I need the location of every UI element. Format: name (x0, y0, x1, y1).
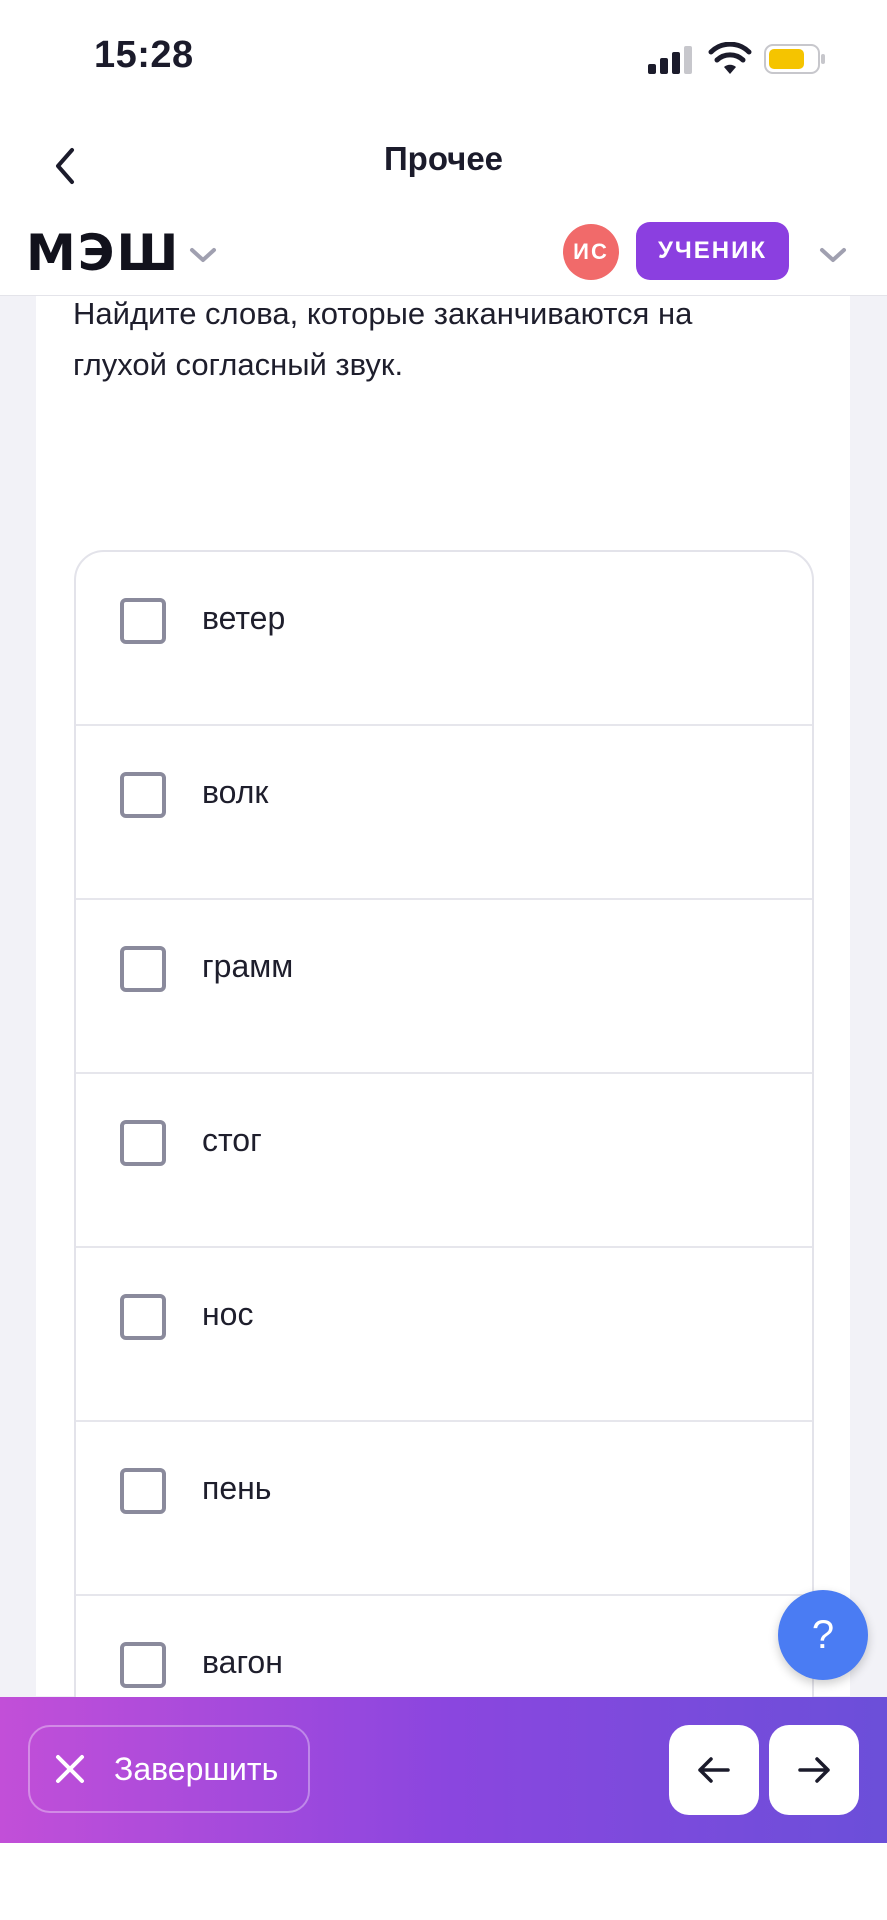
chevron-down-icon[interactable] (816, 238, 850, 272)
answer-option[interactable]: стог (76, 1074, 812, 1248)
role-badge[interactable]: УЧЕНИК (636, 222, 789, 280)
finish-button-label: Завершить (114, 1750, 279, 1787)
app-header: МЭШ ИС УЧЕНИК (0, 216, 887, 296)
home-indicator-area (0, 1843, 887, 1920)
cellular-signal-icon (648, 46, 692, 74)
question-text: Найдите слова, которые заканчиваются на … (73, 296, 693, 382)
arrow-right-icon (798, 1757, 830, 1783)
avatar[interactable]: ИС (563, 224, 619, 280)
bottom-action-bar: Завершить (0, 1697, 887, 1843)
option-label: пень (202, 1470, 272, 1506)
answer-option[interactable]: грамм (76, 900, 812, 1074)
answer-option[interactable]: нос (76, 1248, 812, 1422)
option-label: волк (202, 774, 269, 810)
finish-button[interactable]: Завершить (28, 1725, 310, 1813)
status-bar: 15:28 (0, 0, 887, 120)
option-label: грамм (202, 948, 294, 984)
option-label: стог (202, 1122, 262, 1158)
help-button[interactable]: ? (778, 1590, 868, 1680)
option-label: ветер (202, 600, 286, 636)
option-label: вагон (202, 1644, 283, 1680)
previous-question-button[interactable] (669, 1725, 759, 1815)
answer-options-list: ветер волк грамм стог нос пень вагон (74, 550, 814, 1750)
task-card: Найдите слова, которые заканчиваются на … (36, 296, 850, 1750)
checkbox[interactable] (120, 1468, 166, 1514)
close-icon (56, 1755, 84, 1783)
checkbox[interactable] (120, 1294, 166, 1340)
chevron-down-icon[interactable] (186, 238, 220, 272)
checkbox[interactable] (120, 598, 166, 644)
arrow-left-icon (698, 1757, 730, 1783)
navigation-bar: Прочее (0, 120, 887, 216)
status-time: 15:28 (94, 34, 194, 76)
battery-icon (764, 44, 825, 74)
app-logo: МЭШ (26, 224, 181, 282)
checkbox[interactable] (120, 1120, 166, 1166)
checkbox[interactable] (120, 1642, 166, 1688)
checkbox[interactable] (120, 772, 166, 818)
option-label: нос (202, 1296, 254, 1332)
wifi-icon (708, 42, 752, 74)
answer-option[interactable]: волк (76, 726, 812, 900)
answer-option[interactable]: пень (76, 1422, 812, 1596)
next-question-button[interactable] (769, 1725, 859, 1815)
page-title: Прочее (383, 140, 504, 177)
answer-option[interactable]: ветер (76, 552, 812, 726)
checkbox[interactable] (120, 946, 166, 992)
